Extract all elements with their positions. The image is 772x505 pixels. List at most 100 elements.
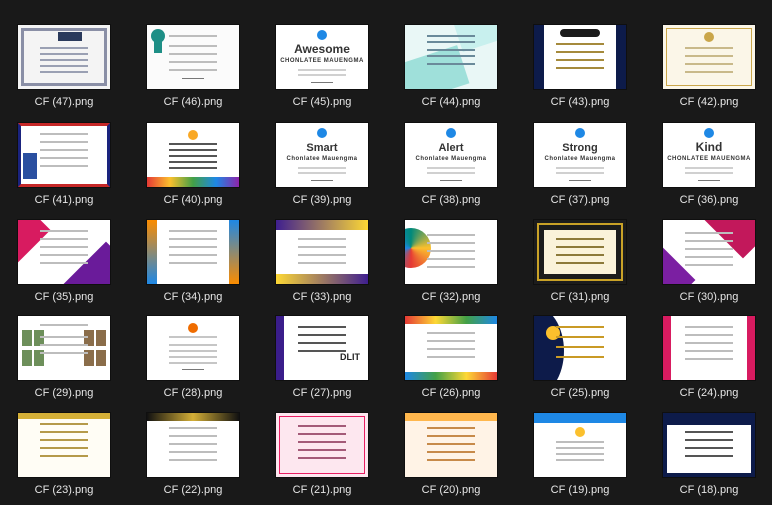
file-name[interactable]: CF (46).png — [129, 96, 257, 108]
file-thumbnail[interactable] — [663, 413, 755, 477]
file-thumbnail[interactable]: DLIT — [276, 316, 368, 380]
file-name[interactable]: CF (26).png — [387, 387, 515, 399]
file-item[interactable]: CF (26).png — [387, 316, 515, 408]
text-line — [169, 435, 217, 437]
text-line — [685, 264, 733, 266]
file-name[interactable]: CF (23).png — [0, 484, 128, 496]
file-item[interactable]: CF (34).png — [129, 220, 257, 312]
file-item[interactable]: Kind CHONLATEE MAUENGMA CF (36).png — [645, 123, 772, 215]
file-thumbnail[interactable] — [147, 316, 239, 380]
file-item[interactable]: CF (41).png — [0, 123, 128, 215]
file-name[interactable]: CF (31).png — [516, 291, 644, 303]
file-name[interactable]: CF (38).png — [387, 194, 515, 206]
file-thumbnail[interactable] — [276, 220, 368, 284]
text-line — [169, 155, 217, 157]
file-item[interactable]: CF (29).png — [0, 316, 128, 408]
file-item[interactable]: CF (33).png — [258, 220, 386, 312]
file-item[interactable]: CF (21).png — [258, 413, 386, 505]
file-thumbnail[interactable] — [405, 316, 497, 380]
file-item[interactable]: CF (20).png — [387, 413, 515, 505]
file-thumbnail[interactable] — [663, 220, 755, 284]
file-thumbnail[interactable] — [534, 25, 626, 89]
file-name[interactable]: CF (27).png — [258, 387, 386, 399]
file-thumbnail[interactable] — [534, 413, 626, 477]
file-item[interactable]: CF (47).png — [0, 25, 128, 117]
file-thumbnail[interactable] — [18, 413, 110, 477]
file-item[interactable]: CF (19).png — [516, 413, 644, 505]
file-name[interactable]: CF (41).png — [0, 194, 128, 206]
file-name[interactable]: CF (43).png — [516, 96, 644, 108]
file-name[interactable]: CF (35).png — [0, 291, 128, 303]
file-thumbnail[interactable] — [18, 220, 110, 284]
file-name[interactable]: CF (33).png — [258, 291, 386, 303]
file-thumbnail[interactable] — [147, 413, 239, 477]
text-line — [427, 258, 475, 260]
file-name[interactable]: CF (47).png — [0, 96, 128, 108]
file-thumbnail[interactable] — [276, 413, 368, 477]
file-name[interactable]: CF (32).png — [387, 291, 515, 303]
file-thumbnail[interactable] — [663, 25, 755, 89]
file-thumbnail[interactable] — [147, 123, 239, 187]
file-item[interactable]: CF (44).png — [387, 25, 515, 117]
file-name[interactable]: CF (42).png — [645, 96, 772, 108]
text-line — [298, 167, 346, 169]
text-line — [169, 362, 217, 364]
file-item[interactable]: Alert Chonlatee Mauengma CF (38).png — [387, 123, 515, 215]
file-thumbnail[interactable]: Alert Chonlatee Mauengma — [405, 123, 497, 187]
file-item[interactable]: CF (40).png — [129, 123, 257, 215]
file-name[interactable]: CF (34).png — [129, 291, 257, 303]
file-item[interactable]: CF (31).png — [516, 220, 644, 312]
file-item[interactable]: CF (43).png — [516, 25, 644, 117]
file-item[interactable]: CF (23).png — [0, 413, 128, 505]
wave — [405, 45, 470, 89]
file-item[interactable]: CF (25).png — [516, 316, 644, 408]
file-item[interactable]: Smart Chonlatee Mauengma CF (39).png — [258, 123, 386, 215]
file-item[interactable]: CF (24).png — [645, 316, 772, 408]
file-name[interactable]: CF (21).png — [258, 484, 386, 496]
file-item[interactable]: CF (18).png — [645, 413, 772, 505]
file-thumbnail[interactable] — [405, 220, 497, 284]
file-name[interactable]: CF (19).png — [516, 484, 644, 496]
file-name[interactable]: CF (40).png — [129, 194, 257, 206]
file-name[interactable]: CF (36).png — [645, 194, 772, 206]
file-name[interactable]: CF (18).png — [645, 484, 772, 496]
file-item[interactable]: CF (35).png — [0, 220, 128, 312]
file-item[interactable]: Strong Chonlatee Mauengma CF (37).png — [516, 123, 644, 215]
file-thumbnail[interactable]: Smart Chonlatee Mauengma — [276, 123, 368, 187]
file-thumbnail[interactable] — [663, 316, 755, 380]
file-thumbnail[interactable] — [147, 220, 239, 284]
file-item[interactable]: Awesome CHONLATEE MAUENGMA CF (45).png — [258, 25, 386, 117]
file-item[interactable]: CF (22).png — [129, 413, 257, 505]
file-name[interactable]: CF (24).png — [645, 387, 772, 399]
file-name[interactable]: CF (20).png — [387, 484, 515, 496]
statue — [23, 153, 37, 179]
file-thumbnail[interactable] — [405, 25, 497, 89]
file-thumbnail[interactable]: Kind CHONLATEE MAUENGMA — [663, 123, 755, 187]
file-thumbnail[interactable] — [18, 123, 110, 187]
file-thumbnail[interactable]: Awesome CHONLATEE MAUENGMA — [276, 25, 368, 89]
file-item[interactable]: CF (28).png — [129, 316, 257, 408]
file-thumbnail[interactable] — [534, 316, 626, 380]
file-item[interactable]: CF (46).png — [129, 25, 257, 117]
file-thumbnail[interactable] — [147, 25, 239, 89]
file-name[interactable]: CF (25).png — [516, 387, 644, 399]
file-thumbnail[interactable] — [405, 413, 497, 477]
file-name[interactable]: CF (22).png — [129, 484, 257, 496]
file-thumbnail[interactable] — [534, 220, 626, 284]
signature — [440, 176, 462, 181]
file-name[interactable]: CF (44).png — [387, 96, 515, 108]
file-item[interactable]: CF (32).png — [387, 220, 515, 312]
file-name[interactable]: CF (30).png — [645, 291, 772, 303]
file-name[interactable]: CF (29).png — [0, 387, 128, 399]
school-seal — [317, 128, 327, 138]
file-item[interactable]: DLIT CF (27).png — [258, 316, 386, 408]
file-thumbnail[interactable] — [18, 316, 110, 380]
file-name[interactable]: CF (45).png — [258, 96, 386, 108]
file-name[interactable]: CF (39).png — [258, 194, 386, 206]
file-name[interactable]: CF (37).png — [516, 194, 644, 206]
file-name[interactable]: CF (28).png — [129, 387, 257, 399]
file-item[interactable]: CF (42).png — [645, 25, 772, 117]
file-thumbnail[interactable]: Strong Chonlatee Mauengma — [534, 123, 626, 187]
file-thumbnail[interactable] — [18, 25, 110, 89]
file-item[interactable]: CF (30).png — [645, 220, 772, 312]
